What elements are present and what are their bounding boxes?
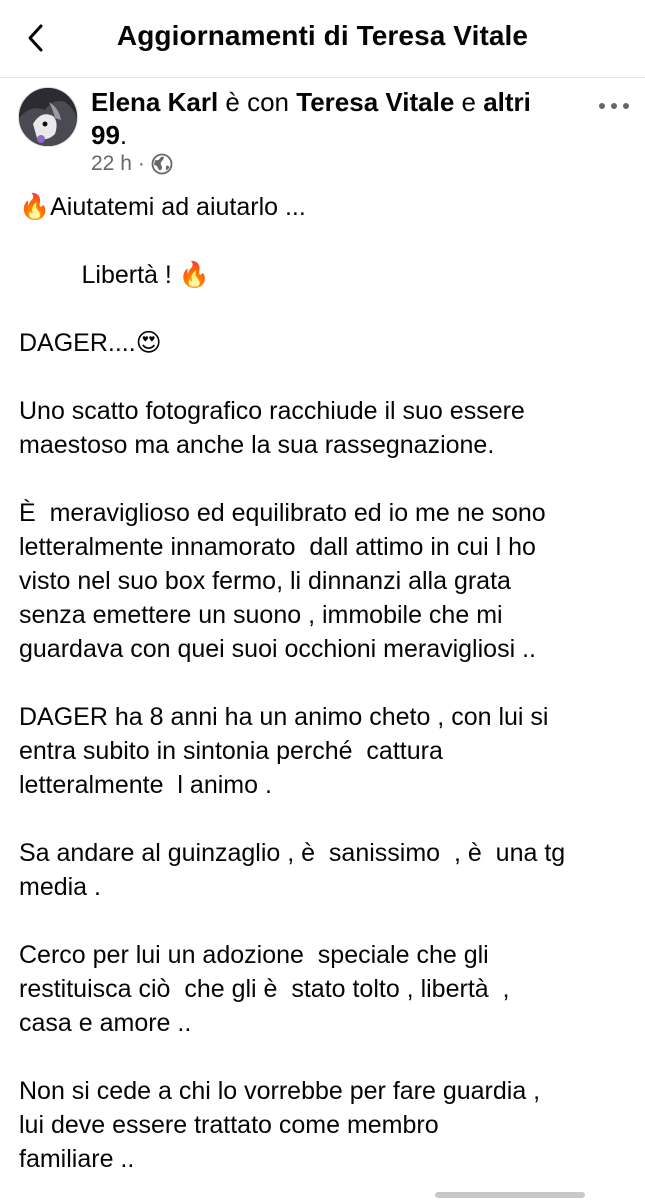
post-text-line: 🔥Aiutatemi ad aiutarlo ... (19, 193, 306, 221)
and-text: e (461, 87, 476, 117)
post-text-line: Sa andare al guinzaglio , è sanissimo , … (19, 839, 566, 867)
post-header: Elena Karl è con Teresa Vitale e altri 9… (0, 78, 645, 190)
post-text-line: visto nel suo box fermo, li dinnanzi all… (19, 567, 511, 595)
post-text-line: Non si cede a chi lo vorrebbe per fare g… (19, 1077, 541, 1105)
meta-separator: · (137, 152, 145, 175)
post-author-line: Elena Karl è con Teresa Vitale e altri 9… (91, 86, 551, 152)
more-horizontal-icon (599, 103, 629, 109)
post-text-line: Uno scatto fotografico racchiude il suo … (19, 397, 525, 425)
post-text-line: Cerco per lui un adozione speciale che g… (19, 941, 489, 969)
globe-icon[interactable] (151, 153, 173, 175)
with-text: è con (225, 87, 290, 117)
more-options-button[interactable] (594, 94, 634, 118)
home-indicator (435, 1192, 585, 1198)
post-text-line: DAGER ha 8 anni ha un animo cheto , con … (19, 703, 549, 731)
avatar-image (19, 88, 77, 146)
post-text-line: casa e amore .. (19, 1009, 192, 1037)
post-text-line: senza emettere un suono , immobile che m… (19, 601, 503, 629)
post-text-line: maestoso ma anche la sua rassegnazione. (19, 431, 495, 459)
post-text-line: È meraviglioso ed equilibrato ed io me n… (19, 499, 546, 527)
author-line-period: . (119, 120, 128, 150)
post-text-line: letteralmente l animo . (19, 771, 272, 799)
tagged-name[interactable]: Teresa Vitale (296, 87, 454, 117)
page-title: Aggiornamenti di Teresa Vitale (116, 20, 529, 51)
author-name[interactable]: Elena Karl (91, 87, 218, 117)
top-bar: Aggiornamenti di Teresa Vitale (0, 0, 645, 78)
post-text-line: entra subito in sintonia perché cattura (19, 737, 443, 765)
post-text-line: Libertà ! 🔥 (19, 261, 210, 289)
post-time[interactable]: 22 h (91, 152, 132, 176)
post-text-line: media . (19, 873, 101, 901)
post-meta: 22 h · (91, 152, 173, 176)
post-text-line: letteralmente innamorato dall attimo in … (19, 533, 536, 561)
post-text-line: lui deve essere trattato come membro (19, 1111, 439, 1139)
post-text-line: familiare .. (19, 1145, 135, 1173)
post-text-line: DAGER....😍 (19, 329, 162, 357)
avatar[interactable] (18, 87, 78, 147)
post-text-line: restituisca ciò che gli è stato tolto , … (19, 975, 510, 1003)
post-text: 🔥Aiutatemi ad aiutarlo ... Libertà ! 🔥 DA… (19, 190, 634, 1176)
post-text-line: guardava con quei suoi occhioni meravigl… (19, 635, 536, 663)
